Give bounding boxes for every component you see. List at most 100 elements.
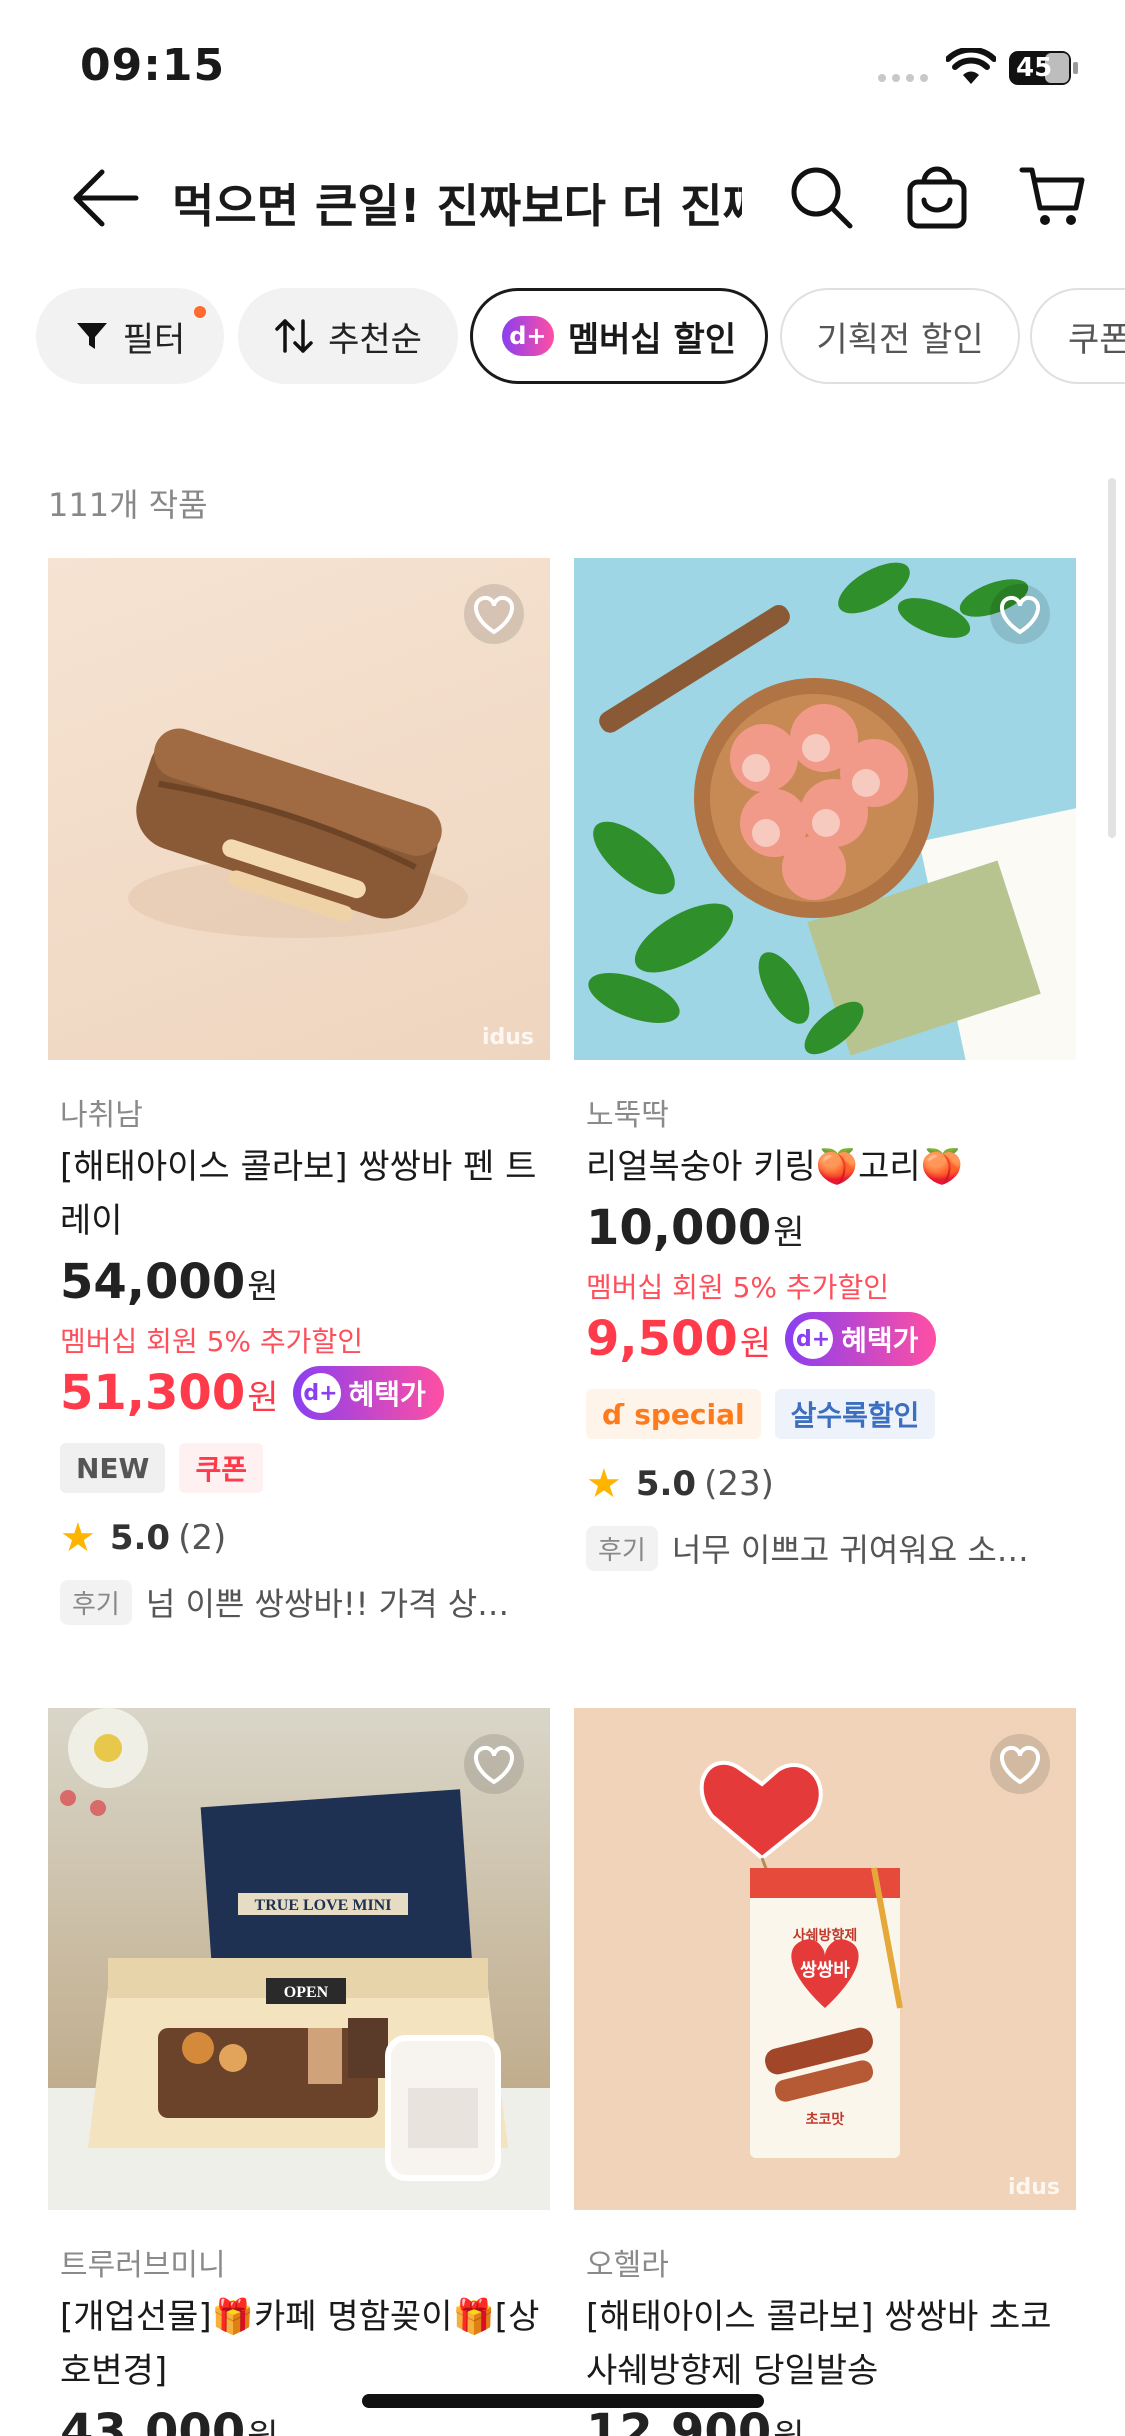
member-price-value: 51,300 [60,1365,246,1421]
rating-score: 5.0 [635,1464,697,1504]
wishlist-heart-icon[interactable] [988,582,1052,646]
coupon-tag: 쿠폰 [179,1443,263,1493]
seller-name[interactable]: 트루러브미니 [60,2248,550,2284]
price-value: 12,900 [586,2404,772,2436]
home-indicator[interactable] [362,2394,764,2408]
membership-logo-icon: d+ [501,316,554,356]
seller-name[interactable]: 나취남 [60,1098,550,1134]
review-text: 너무 이쁘고 귀여워요 소… [671,1531,1029,1569]
seller-name[interactable]: 오헬라 [586,2248,1076,2284]
watermark: idus [1007,2175,1060,2200]
member-price-row: 9,500원 d+ 혜택가 [586,1309,1076,1369]
product-name[interactable]: [해태아이스 콜라보] 쌍쌍바 펜 트레이 [60,1140,550,1248]
membership-logo-icon: d+ [793,1319,834,1359]
benefit-label: 혜택가 [348,1378,426,1411]
result-count: 111개 작품 [48,486,208,524]
star-icon: ★ [586,1461,622,1507]
bulk-discount-tag: 살수록할인 [774,1389,936,1439]
member-price-currency: 원 [739,1324,772,1364]
star-icon: ★ [60,1515,96,1561]
product-info: 노뚝딱 리얼복숭아 키링🍑고리🍑 10,000원 멤버십 회원 5% 추가할인 … [586,1098,1076,1571]
wishlist-heart-icon[interactable] [988,1732,1052,1796]
member-price: 9,500원 [586,1311,771,1367]
special-tag: ɗ special [586,1389,761,1439]
cart-icon[interactable] [1018,162,1088,232]
status-time: 09:15 [80,40,226,91]
special-tag-label: special [634,1397,745,1431]
member-price-currency: 원 [247,1378,279,1418]
image-sign-text: TRUE LOVE MINI [255,1897,392,1914]
benefit-price-badge: d+ 혜택가 [785,1312,937,1366]
membership-discount-chip[interactable]: d+ 멤버십 할인 [470,288,768,384]
product-name[interactable]: [해태아이스 콜라보] 쌍쌍바 초코 사쉐방향제 당일발송 [586,2290,1076,2398]
filter-active-dot [194,306,206,318]
back-arrow-icon[interactable] [70,166,142,230]
review-preview: 후기 넘 이쁜 쌍쌍바!! 가격 상… [60,1579,550,1625]
review-preview: 후기 너무 이쁘고 귀여워요 소… [586,1525,1076,1571]
price-currency: 원 [247,2417,278,2436]
image-flavor-text: 초코맛 [806,2111,845,2128]
price-currency: 원 [773,2417,804,2436]
product-image[interactable]: idus [48,558,550,1060]
product-image[interactable] [574,558,1076,1060]
coupon-chip-label: 쿠폰 [1068,319,1125,360]
price-currency: 원 [773,1213,805,1253]
review-text: 넘 이쁜 쌍쌍바!! 가격 상… [145,1585,510,1623]
tag-row: NEW 쿠폰 [60,1443,550,1493]
review-label: 후기 [586,1525,658,1571]
signal-dots-icon [878,74,928,82]
member-price: 51,300원 [60,1365,279,1421]
review-count: (23) [704,1464,774,1504]
status-bar: 09:15 45 [0,0,1125,140]
filter-chip-label: 필터 [122,319,186,360]
rating: ★ 5.0 (23) [586,1461,1076,1507]
image-brand-text: 쌍쌍바 [800,1960,850,1981]
member-price-value: 9,500 [586,1311,738,1367]
membership-discount-label: 멤버십 회원 5% 추가할인 [60,1325,363,1358]
shop-bag-icon[interactable] [902,162,972,232]
sort-chip[interactable]: 추천순 [238,288,458,384]
filter-chip-row: 필터 추천순 d+ 멤버십 할인 기획전 할인 쿠폰 [36,288,1125,384]
tag-row: ɗ special 살수록할인 [586,1389,1076,1439]
filter-chip[interactable]: 필터 [36,288,224,384]
coupon-chip[interactable]: 쿠폰 [1030,288,1125,384]
price-value: 10,000 [586,1200,772,1256]
membership-logo-icon: d+ [300,1373,341,1413]
benefit-label: 혜택가 [841,1324,919,1357]
battery-level: 45 [1016,53,1053,83]
battery-icon: 45 [1008,50,1080,86]
sort-arrows-icon [275,319,313,353]
wifi-icon [946,48,996,84]
membership-chip-label: 멤버십 할인 [567,319,737,360]
product-image[interactable]: TRUE LOVE MINI OPEN [48,1708,550,2210]
product-image[interactable]: 사쉐방향제 쌍쌍바 초코맛 idus [574,1708,1076,2210]
product-info: 나취남 [해태아이스 콜라보] 쌍쌍바 펜 트레이 54,000원 멤버십 회원… [60,1098,550,1625]
top-app-bar: 먹으면 큰일! 진짜보다 더 진짜 [0,140,1125,260]
new-tag: NEW [60,1443,166,1493]
filter-funnel-icon [76,323,107,349]
page-title: 먹으면 큰일! 진짜보다 더 진짜 [172,179,742,233]
wishlist-heart-icon[interactable] [462,1732,526,1796]
image-open-text: OPEN [284,1984,329,2001]
search-icon[interactable] [786,162,856,232]
price-value: 54,000 [60,1254,246,1310]
watermark: idus [481,1025,534,1050]
wishlist-heart-icon[interactable] [462,582,526,646]
rating: ★ 5.0 (2) [60,1515,550,1561]
sort-chip-label: 추천순 [328,319,422,360]
price-value: 43,000 [60,2404,246,2436]
scrollbar[interactable] [1108,478,1116,838]
membership-discount-label: 멤버십 회원 5% 추가할인 [586,1271,889,1304]
product-name[interactable]: 리얼복숭아 키링🍑고리🍑 [586,1140,1076,1194]
product-name[interactable]: [개업선물]🎁카페 명함꽂이🎁[상호변경] [60,2290,550,2398]
price-currency: 원 [247,1267,279,1307]
exhibition-discount-chip[interactable]: 기획전 할인 [780,288,1020,384]
member-price-row: 51,300원 d+ 혜택가 [60,1363,550,1423]
price: 10,000원 [586,1198,1076,1263]
exhibition-chip-label: 기획전 할인 [816,319,984,360]
seller-name[interactable]: 노뚝딱 [586,1098,1076,1134]
review-label: 후기 [60,1579,132,1625]
benefit-price-badge: d+ 혜택가 [292,1366,444,1420]
rating-score: 5.0 [109,1518,171,1558]
special-d-icon: ɗ [602,1397,625,1431]
